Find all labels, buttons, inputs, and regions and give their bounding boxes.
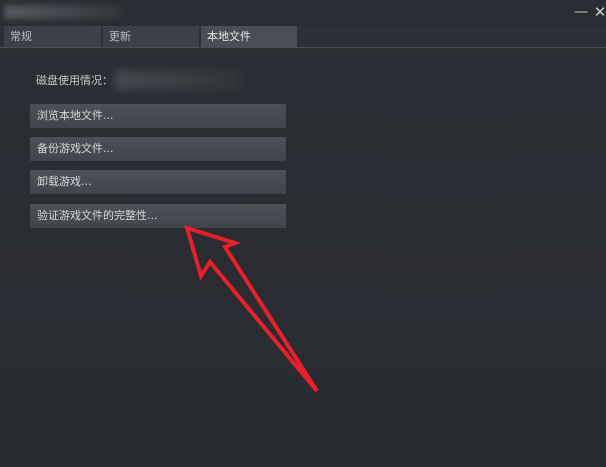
tab-general[interactable]: 常规 (4, 26, 101, 48)
blurred-disk-usage-value (115, 70, 241, 90)
local-files-panel: 磁盘使用情况： 浏览本地文件... 备份游戏文件... 卸载游戏... 验证游戏… (0, 48, 606, 467)
blurred-window-title (4, 5, 122, 19)
browse-local-files-button[interactable]: 浏览本地文件... (30, 104, 286, 128)
verify-game-files-button[interactable]: 验证游戏文件的完整性... (30, 204, 286, 228)
backup-game-files-button[interactable]: 备份游戏文件... (30, 137, 286, 161)
properties-window: — ✕ 常规 更新 本地文件 磁盘使用情况： 浏览本地文件... 备份游戏文件.… (0, 0, 606, 467)
disk-usage-label: 磁盘使用情况： (36, 74, 113, 87)
close-icon[interactable]: ✕ (591, 3, 606, 21)
tab-updates[interactable]: 更新 (103, 26, 199, 48)
tab-bar: 常规 更新 本地文件 (0, 26, 606, 48)
uninstall-game-button[interactable]: 卸载游戏... (30, 170, 286, 194)
tab-local-files[interactable]: 本地文件 (201, 26, 297, 48)
minimize-icon[interactable]: — (572, 3, 590, 21)
title-bar: — ✕ (0, 0, 606, 26)
